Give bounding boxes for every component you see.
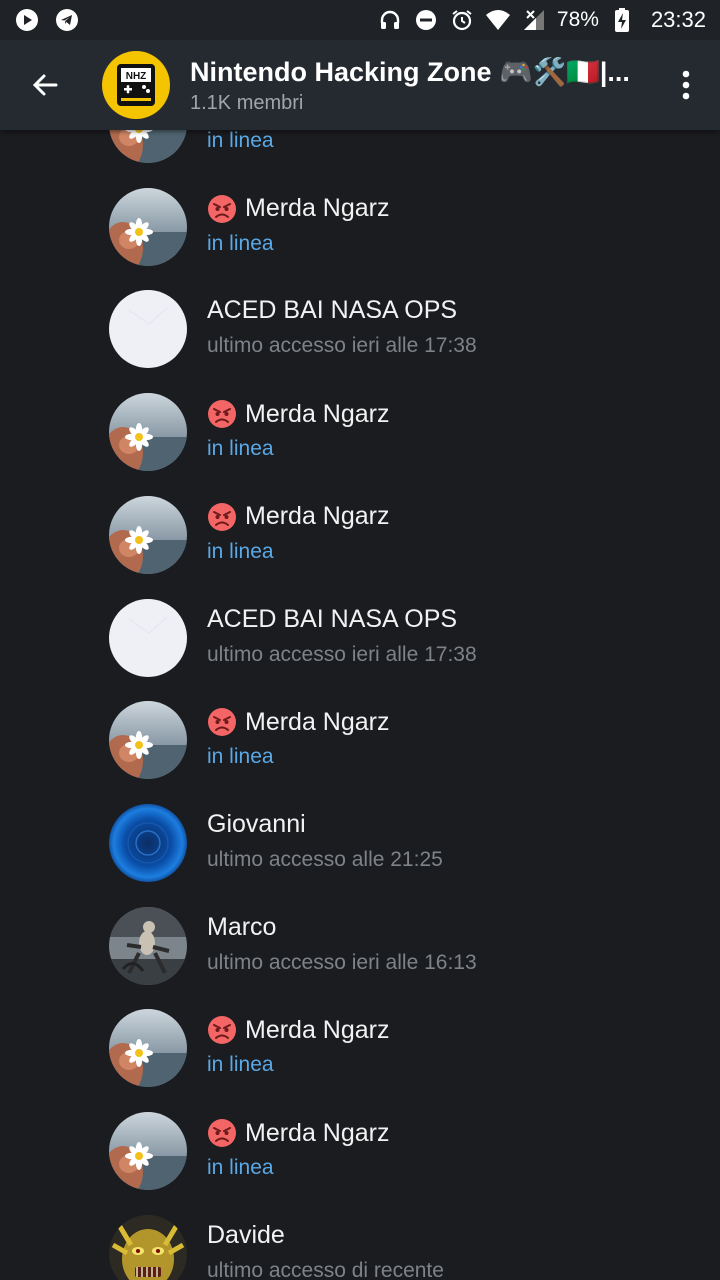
- angry-face-icon: [208, 1016, 236, 1045]
- member-row[interactable]: Merda Ngarz in linea: [0, 495, 720, 598]
- member-name-text: Davide: [207, 1220, 285, 1249]
- member-row[interactable]: ACED BAI NASA OPS ultimo accesso ieri all…: [0, 290, 720, 392]
- member-name-text: Merda Ngarz: [245, 399, 390, 428]
- member-name-text: ACED BAI NASA OPS: [207, 296, 458, 325]
- angry-face-icon: [208, 708, 236, 737]
- member-avatar[interactable]: [109, 598, 187, 677]
- member-name: ACED BAI NASA OPS: [207, 296, 457, 325]
- member-row[interactable]: Merda Ngarz in linea: [0, 187, 720, 290]
- member-status: in linea: [207, 129, 274, 152]
- member-name-text: Merda Ngarz: [245, 707, 390, 736]
- group-title[interactable]: Nintendo Hacking Zone 🎮🛠️🇮🇹|...: [190, 56, 650, 88]
- member-avatar[interactable]: [109, 701, 187, 780]
- member-avatar[interactable]: [109, 187, 187, 266]
- member-name: Giovanni: [207, 810, 306, 839]
- member-name-text: Merda Ngarz: [245, 1118, 390, 1147]
- battery-percent: 78%: [556, 8, 599, 31]
- do-not-disturb-icon: [413, 7, 439, 33]
- member-name-text: ACED BAI NASA OPS: [207, 604, 458, 633]
- signal-icon: [521, 7, 547, 33]
- member-name-text: Merda Ngarz: [245, 502, 390, 531]
- member-status: in linea: [207, 745, 274, 769]
- member-row[interactable]: ACED BAI NASA OPS ultimo accesso ieri all…: [0, 598, 720, 701]
- member-row[interactable]: Merda Ngarz in linea: [0, 1009, 720, 1111]
- member-status: ultimo accesso alle 21:25: [207, 847, 443, 871]
- member-avatar[interactable]: [109, 1214, 187, 1280]
- group-avatar-label: NHZ: [126, 71, 147, 82]
- console-logo-icon: NHZ: [117, 64, 155, 106]
- member-status: ultimo accesso ieri alle 17:38: [207, 334, 477, 358]
- status-bar: 78% 23:32: [0, 0, 720, 40]
- member-avatar[interactable]: [109, 906, 187, 985]
- member-name-text: Merda Ngarz: [245, 194, 390, 223]
- member-count: 1.1K membri: [190, 91, 304, 114]
- clock: 23:32: [650, 7, 706, 32]
- more-options-button[interactable]: [658, 40, 714, 130]
- member-row[interactable]: Giovanni ultimo accesso alle 21:25: [0, 803, 720, 906]
- more-vertical-icon: [682, 70, 690, 100]
- member-status: in linea: [207, 1053, 274, 1077]
- member-name: Merda Ngarz: [207, 399, 390, 429]
- member-status: in linea: [207, 437, 274, 461]
- headphones-icon: [377, 7, 403, 33]
- member-status: in linea: [207, 539, 274, 563]
- member-name: Merda Ngarz: [207, 1015, 390, 1045]
- wifi-icon: [485, 7, 511, 33]
- alarm-icon: [449, 7, 475, 33]
- member-status: in linea: [207, 231, 274, 255]
- battery-charging-icon: [609, 7, 635, 33]
- member-name: Merda Ngarz: [207, 502, 390, 532]
- member-row[interactable]: Merda Ngarz in linea: [0, 701, 720, 803]
- member-name: Marco: [207, 913, 276, 942]
- member-list[interactable]: in linea Merda Ngarz in linea ACED BAI N…: [0, 0, 720, 1280]
- member-row[interactable]: Merda Ngarz in linea: [0, 1112, 720, 1214]
- member-name: Davide: [207, 1221, 285, 1250]
- member-avatar[interactable]: [109, 803, 187, 882]
- member-status: in linea: [207, 1156, 274, 1179]
- member-avatar[interactable]: [109, 1009, 187, 1088]
- angry-face-icon: [208, 502, 236, 531]
- member-name: ACED BAI NASA OPS: [207, 605, 457, 634]
- play-store-icon: [14, 7, 40, 33]
- member-status: ultimo accesso ieri alle 17:38: [207, 642, 477, 666]
- member-avatar[interactable]: [109, 495, 187, 574]
- member-name: Merda Ngarz: [207, 194, 390, 224]
- chat-header: NHZ Nintendo Hacking Zone 🎮🛠️🇮🇹|... 1.1K…: [0, 40, 720, 130]
- member-avatar[interactable]: [109, 393, 187, 472]
- back-button[interactable]: [0, 40, 90, 130]
- member-avatar[interactable]: [109, 1112, 187, 1190]
- member-row[interactable]: Davide ultimo accesso di recente: [0, 1214, 720, 1280]
- member-name: Merda Ngarz: [207, 1118, 390, 1148]
- member-status: ultimo accesso di recente: [207, 1258, 444, 1280]
- telegram-icon: [54, 7, 80, 33]
- arrow-left-icon: [32, 74, 58, 96]
- angry-face-icon: [208, 400, 236, 429]
- member-row[interactable]: Merda Ngarz in linea: [0, 393, 720, 495]
- member-name-text: Giovanni: [207, 809, 306, 838]
- angry-face-icon: [208, 1119, 236, 1147]
- angry-face-icon: [208, 194, 236, 223]
- member-name-text: Marco: [207, 912, 277, 941]
- member-status: ultimo accesso ieri alle 16:13: [207, 950, 477, 974]
- member-row[interactable]: Marco ultimo accesso ieri alle 16:13: [0, 906, 720, 1009]
- member-name-text: Merda Ngarz: [245, 1015, 390, 1044]
- group-avatar[interactable]: NHZ: [102, 51, 170, 119]
- member-name: Merda Ngarz: [207, 707, 390, 737]
- member-avatar[interactable]: [109, 290, 187, 369]
